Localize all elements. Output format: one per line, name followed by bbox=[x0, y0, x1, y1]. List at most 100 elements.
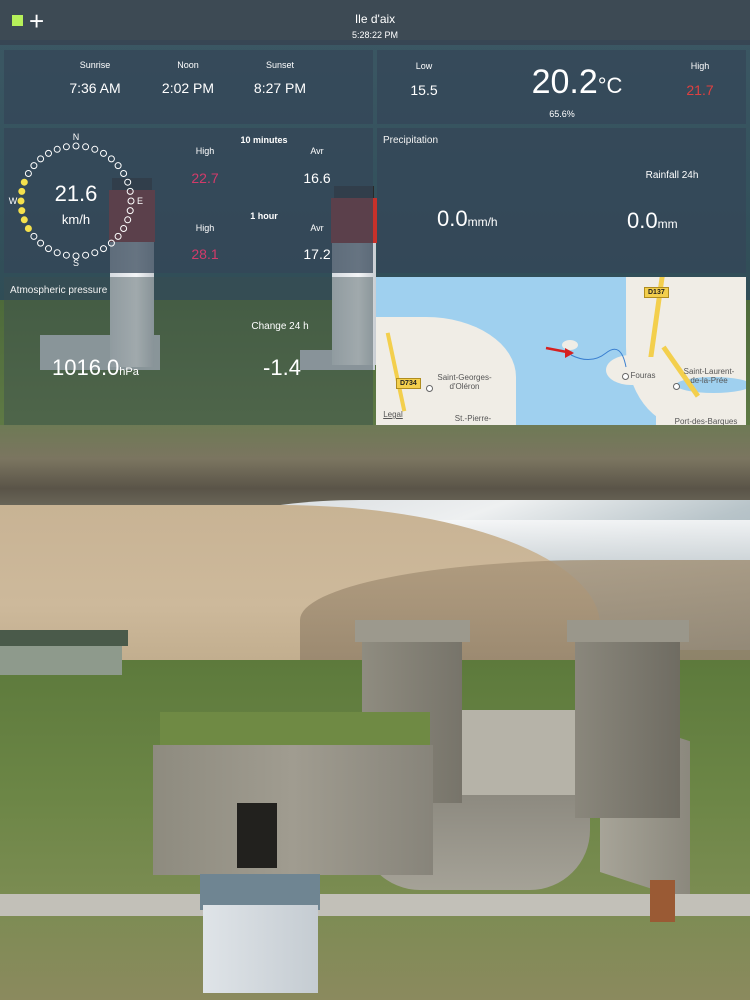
rainfall-24h: 0.0mm bbox=[627, 208, 678, 234]
cliff-band bbox=[0, 425, 750, 510]
map-label-fouras: Fouras bbox=[630, 371, 656, 380]
sunset-label: Sunset bbox=[265, 60, 295, 70]
precipitation-label: Precipitation bbox=[383, 135, 439, 146]
map-overlay bbox=[545, 346, 627, 368]
right-gate-pillar bbox=[575, 628, 680, 818]
pressure-value: 1016.0 bbox=[52, 355, 120, 380]
compass-dot bbox=[114, 162, 122, 170]
high-value: 21.7 bbox=[686, 82, 714, 98]
left-shed-roof bbox=[0, 630, 128, 646]
compass-dot bbox=[53, 145, 61, 153]
precipitation-panel[interactable]: Precipitation 0.0mm/h Rainfall 24h 0.0mm bbox=[377, 128, 746, 273]
compass-dot bbox=[120, 225, 128, 232]
compass-dot bbox=[124, 216, 132, 224]
right-gate-pillar-cap bbox=[567, 620, 689, 642]
pressure-reading: 1016.0hPa bbox=[52, 355, 139, 381]
ten-minutes-title: 10 minutes bbox=[240, 135, 288, 145]
compass-dot bbox=[91, 249, 99, 257]
compass-dot bbox=[82, 143, 90, 151]
compass-dot bbox=[107, 155, 115, 163]
road bbox=[0, 894, 750, 916]
compass-dot bbox=[18, 207, 26, 215]
temperature-value: 20.2 bbox=[531, 63, 598, 101]
compass-dot bbox=[18, 187, 26, 195]
current-temperature: 20.2°C bbox=[517, 63, 637, 102]
station-title: Ile d'aix bbox=[354, 12, 396, 26]
compass-dot bbox=[82, 251, 90, 259]
temperature-unit: °C bbox=[597, 73, 623, 98]
low-value: 15.5 bbox=[410, 82, 438, 98]
weather-hut bbox=[203, 905, 318, 993]
compass-dot bbox=[114, 232, 122, 240]
map-label-saint-georges: Saint-Georges- d'Oléron bbox=[437, 373, 492, 391]
bunker-door bbox=[237, 803, 277, 868]
one-hour-title: 1 hour bbox=[250, 211, 278, 221]
current-time: 5:28:22 PM bbox=[351, 30, 399, 40]
compass-dot bbox=[120, 170, 128, 177]
compass-w: W bbox=[8, 196, 18, 206]
rain-rate-unit: mm/h bbox=[467, 215, 498, 229]
compass-dot bbox=[100, 245, 107, 253]
map-label-port-des-barques: Port-des-Barques bbox=[674, 417, 738, 425]
compass-dot bbox=[45, 245, 52, 253]
compass-dot bbox=[62, 143, 70, 151]
compass-dot bbox=[30, 162, 38, 170]
ten-min-high-label: High bbox=[195, 146, 215, 156]
compass-dot bbox=[37, 239, 45, 247]
sunset-value: 8:27 PM bbox=[253, 80, 307, 96]
high-label: High bbox=[690, 61, 710, 71]
pressure-panel[interactable]: Atmospheric pressure 1016.0hPa Change 24… bbox=[4, 277, 373, 425]
compass-dot bbox=[100, 149, 107, 157]
location-map[interactable]: D137 D734 Saint-Georges- d'Oléron Fouras… bbox=[376, 277, 746, 425]
compass-dot bbox=[126, 207, 134, 215]
low-label: Low bbox=[415, 61, 433, 71]
rainfall-24h-value: 0.0 bbox=[627, 208, 658, 233]
map-label-saint-laurent: Saint-Laurent- de-la-Prée bbox=[683, 367, 735, 385]
compass-dot bbox=[124, 178, 132, 186]
compass-dot bbox=[20, 178, 28, 186]
compass-s: S bbox=[72, 258, 79, 268]
compass-dot bbox=[24, 170, 32, 177]
compass-dot bbox=[20, 216, 28, 224]
bunker bbox=[153, 745, 433, 875]
sun-panel[interactable]: Sunrise 7:36 AM Noon 2:02 PM Sunset 8:27… bbox=[4, 50, 373, 124]
humidity-value: 65.6% bbox=[549, 109, 575, 119]
compass-dot bbox=[37, 155, 45, 163]
map-legal-link[interactable]: Legal bbox=[381, 410, 405, 419]
sunset-block: Sunset 8:27 PM bbox=[225, 60, 335, 96]
compass-dot bbox=[30, 232, 38, 240]
compass-dot bbox=[45, 149, 52, 157]
compass-dot bbox=[53, 249, 61, 257]
wind-panel[interactable]: N E S W 21.6 km/h 10 minutes High 22.7 A… bbox=[4, 128, 373, 273]
compass-dot bbox=[107, 239, 115, 247]
pressure-unit: hPa bbox=[119, 366, 139, 378]
rain-rate-value: 0.0 bbox=[437, 206, 468, 231]
compass-dot bbox=[62, 251, 70, 259]
rainfall-24h-label: Rainfall 24h bbox=[645, 170, 699, 181]
compass-dot bbox=[24, 225, 32, 232]
compass-dot bbox=[72, 142, 80, 150]
compass-dot bbox=[126, 187, 134, 195]
rain-rate: 0.0mm/h bbox=[437, 206, 498, 232]
rusty-post bbox=[650, 880, 675, 922]
left-gate-pillar-cap bbox=[355, 620, 470, 642]
ten-min-high-value: 22.7 bbox=[191, 170, 219, 186]
ten-min-avg-label: Avr bbox=[310, 146, 324, 156]
ferry-route bbox=[570, 348, 627, 368]
one-hour-high-value: 28.1 bbox=[191, 246, 219, 262]
one-hour-avg-label: Avr bbox=[310, 223, 324, 233]
one-hour-avg-value: 17.2 bbox=[303, 246, 331, 262]
temperature-panel[interactable]: Low 15.5 20.2°C 65.6% High 21.7 bbox=[377, 50, 746, 124]
wind-speed: 21.6 bbox=[54, 181, 98, 206]
pressure-change-label: Change 24 h bbox=[251, 321, 309, 332]
location-arrow-head bbox=[565, 348, 574, 358]
ten-min-avg-value: 16.6 bbox=[303, 170, 331, 186]
map-badge-d734: D734 bbox=[396, 378, 421, 389]
compass-n: N bbox=[72, 132, 80, 142]
pressure-label: Atmospheric pressure bbox=[10, 285, 108, 296]
map-badge-d137: D137 bbox=[644, 287, 669, 298]
wind-unit: km/h bbox=[61, 212, 91, 227]
top-bar: + Ile d'aix 5:28:22 PM bbox=[0, 0, 750, 45]
map-label-saint-pierre: St.-Pierre- bbox=[454, 414, 492, 423]
rainfall-24h-unit: mm bbox=[657, 217, 678, 231]
